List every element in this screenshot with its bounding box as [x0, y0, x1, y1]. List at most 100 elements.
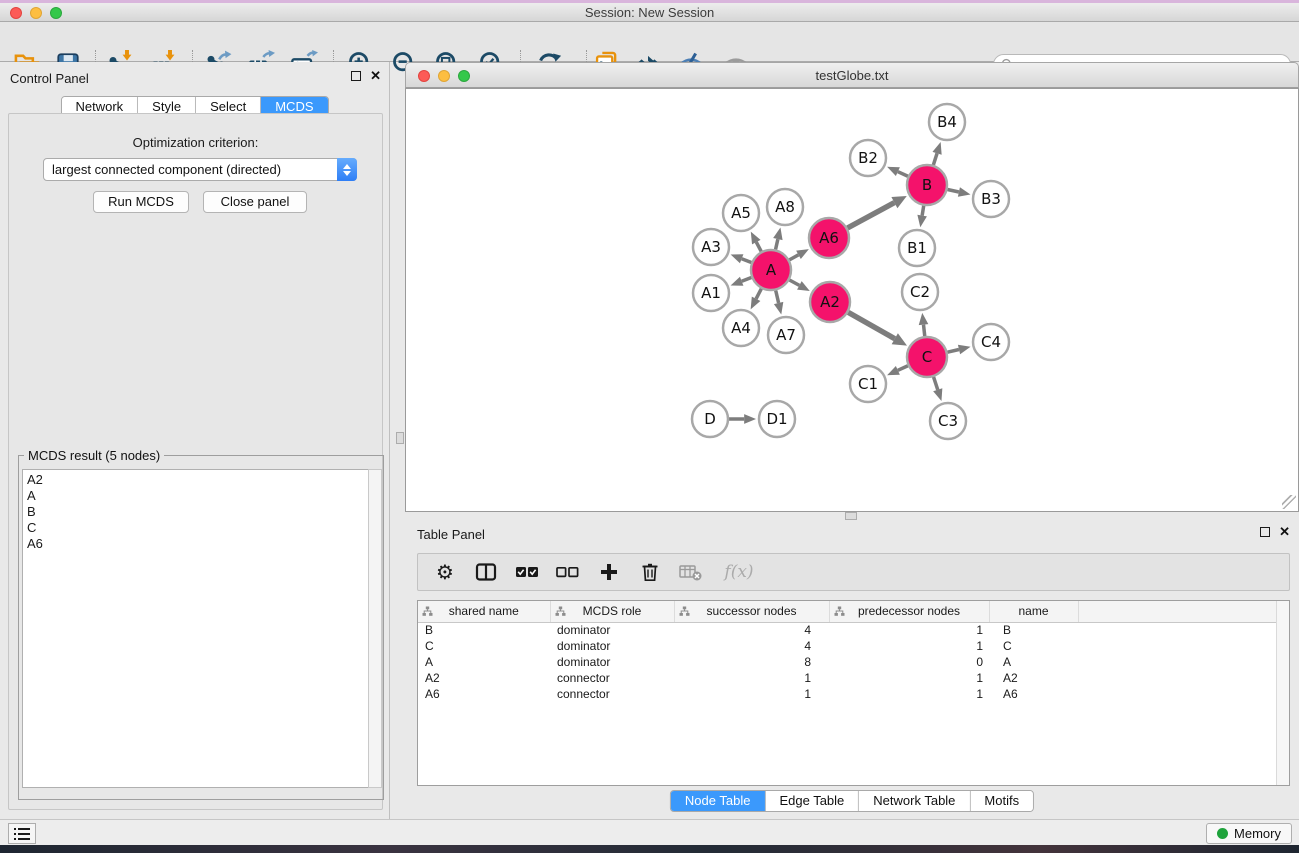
run-mcds-button[interactable]: Run MCDS — [93, 191, 189, 213]
graph-node-B2[interactable]: B2 — [850, 140, 886, 176]
graph-node-B3[interactable]: B3 — [973, 181, 1009, 217]
column-header-predecessor-nodes[interactable]: predecessor nodes — [829, 601, 989, 622]
graph-node-A6[interactable]: A6 — [809, 218, 849, 258]
table-row-c[interactable]: Cdominator41C — [418, 638, 1276, 654]
tab-network-table[interactable]: Network Table — [859, 791, 970, 811]
table-tabs: Node TableEdge TableNetwork TableMotifs — [670, 790, 1034, 812]
network-canvas[interactable]: B4 B2 B B3 A8 A5 A6 A3 B1 A A1 C2 A2 A4A7 C4 C C1 C3 D D1 — [405, 88, 1299, 512]
optimization-criterion-select[interactable]: largest connected component (directed) — [43, 158, 357, 181]
graph-node-B[interactable]: B — [907, 165, 947, 205]
graph-node-A4[interactable]: A4 — [723, 310, 759, 346]
graph-node-B4[interactable]: B4 — [929, 104, 965, 140]
session-title: Session: New Session — [0, 3, 1299, 22]
graph-node-A1[interactable]: A1 — [693, 275, 729, 311]
edge-C-C2[interactable] — [919, 313, 929, 336]
edge-A-A2[interactable] — [789, 280, 809, 291]
table-scrollbar[interactable] — [1276, 601, 1289, 785]
edge-C-C3[interactable] — [933, 377, 942, 401]
app-window: Session: New Session — [0, 0, 1299, 853]
graph-node-A[interactable]: A — [751, 250, 791, 290]
graph-node-A5[interactable]: A5 — [723, 195, 759, 231]
float-panel-icon[interactable] — [351, 71, 361, 81]
edge-B-B1[interactable] — [917, 206, 927, 228]
svg-text:D1: D1 — [766, 410, 787, 428]
svg-text:B1: B1 — [907, 239, 927, 257]
graph-node-A2[interactable]: A2 — [810, 282, 850, 322]
graph-node-C1[interactable]: C1 — [850, 366, 886, 402]
table-row-a[interactable]: Adominator80A — [418, 654, 1276, 670]
column-header-name[interactable]: name — [989, 601, 1078, 622]
window-resize-grip[interactable] — [1282, 495, 1296, 509]
edge-A2-C[interactable] — [848, 312, 907, 345]
delete-table-icon[interactable] — [678, 559, 704, 585]
select-all-icon[interactable] — [514, 559, 540, 585]
graph-node-C4[interactable]: C4 — [973, 324, 1009, 360]
edge-A-A5[interactable] — [751, 232, 761, 252]
edge-C-C4[interactable] — [947, 345, 970, 354]
tab-motifs[interactable]: Motifs — [970, 791, 1033, 811]
result-item-b[interactable]: B — [27, 504, 368, 520]
svg-text:B4: B4 — [937, 113, 957, 131]
edge-A-A7[interactable] — [774, 290, 783, 314]
graph-node-D1[interactable]: D1 — [759, 401, 795, 437]
result-item-a2[interactable]: A2 — [27, 472, 368, 488]
close-table-panel-icon[interactable]: ✕ — [1279, 527, 1290, 537]
add-column-icon[interactable] — [596, 559, 622, 585]
table-row-b[interactable]: Bdominator41B — [418, 622, 1276, 638]
graph-node-D[interactable]: D — [692, 401, 728, 437]
graph-node-A7[interactable]: A7 — [768, 317, 804, 353]
app-titlebar: Session: New Session — [0, 3, 1299, 22]
graph-node-B1[interactable]: B1 — [899, 230, 935, 266]
edge-A-A8[interactable] — [773, 227, 782, 249]
horizontal-splitter-handle[interactable] — [396, 432, 404, 444]
edge-A-A6[interactable] — [789, 249, 808, 260]
edge-A6-B[interactable] — [847, 196, 906, 228]
table-settings-icon[interactable]: ⚙ — [432, 559, 458, 585]
mcds-result-list[interactable]: A2ABCA6 — [22, 469, 368, 788]
column-header-successor-nodes[interactable]: successor nodes — [674, 601, 829, 622]
svg-text:A: A — [766, 261, 777, 279]
graph-node-A3[interactable]: A3 — [693, 229, 729, 265]
column-header-shared-name[interactable]: shared name — [418, 601, 550, 622]
float-table-panel-icon[interactable] — [1260, 527, 1270, 537]
memory-button[interactable]: Memory — [1206, 823, 1292, 844]
svg-text:A5: A5 — [731, 204, 751, 222]
edge-A-A4[interactable] — [751, 289, 762, 310]
svg-text:C3: C3 — [938, 412, 958, 430]
edge-C-C1[interactable] — [887, 366, 908, 376]
delete-column-icon[interactable] — [637, 559, 663, 585]
table-panel: Table Panel ✕ ⚙ f(x) — [405, 520, 1299, 815]
edge-A-A1[interactable] — [731, 277, 752, 286]
edge-B-B2[interactable] — [887, 167, 908, 177]
result-item-a6[interactable]: A6 — [27, 536, 368, 552]
table-row-a6[interactable]: A6connector11A6 — [418, 686, 1276, 702]
edge-B-B4[interactable] — [932, 142, 941, 165]
tab-node-table[interactable]: Node Table — [671, 791, 766, 811]
svg-text:C2: C2 — [910, 283, 930, 301]
result-list-scrollbar[interactable] — [368, 469, 382, 788]
column-header-MCDS-role[interactable]: MCDS role — [550, 601, 674, 622]
edge-D-D1[interactable] — [729, 414, 756, 424]
graph-node-C[interactable]: C — [907, 337, 947, 377]
result-item-c[interactable]: C — [27, 520, 368, 536]
network-window-titlebar[interactable]: testGlobe.txt — [405, 62, 1299, 88]
graph-node-A8[interactable]: A8 — [767, 189, 803, 225]
vertical-splitter-handle[interactable] — [845, 512, 857, 520]
table-toolbar: ⚙ f(x) — [417, 553, 1290, 591]
close-panel-button[interactable]: Close panel — [203, 191, 307, 213]
edge-B-B3[interactable] — [948, 187, 971, 196]
function-builder-icon[interactable]: f(x) — [719, 559, 759, 585]
close-panel-icon[interactable]: ✕ — [370, 71, 381, 81]
table-row-a2[interactable]: A2connector11A2 — [418, 670, 1276, 686]
unselect-all-icon[interactable] — [555, 559, 581, 585]
graph-node-C3[interactable]: C3 — [930, 403, 966, 439]
graph-node-C2[interactable]: C2 — [902, 274, 938, 310]
show-column-icon[interactable] — [473, 559, 499, 585]
control-panel: Control Panel ✕ NetworkStyleSelectMCDS O… — [0, 62, 390, 819]
tab-edge-table[interactable]: Edge Table — [765, 791, 859, 811]
result-item-a[interactable]: A — [27, 488, 368, 504]
svg-text:B3: B3 — [981, 190, 1001, 208]
task-history-button[interactable] — [8, 823, 36, 844]
edge-A-A3[interactable] — [731, 254, 752, 263]
svg-text:B: B — [922, 176, 932, 194]
